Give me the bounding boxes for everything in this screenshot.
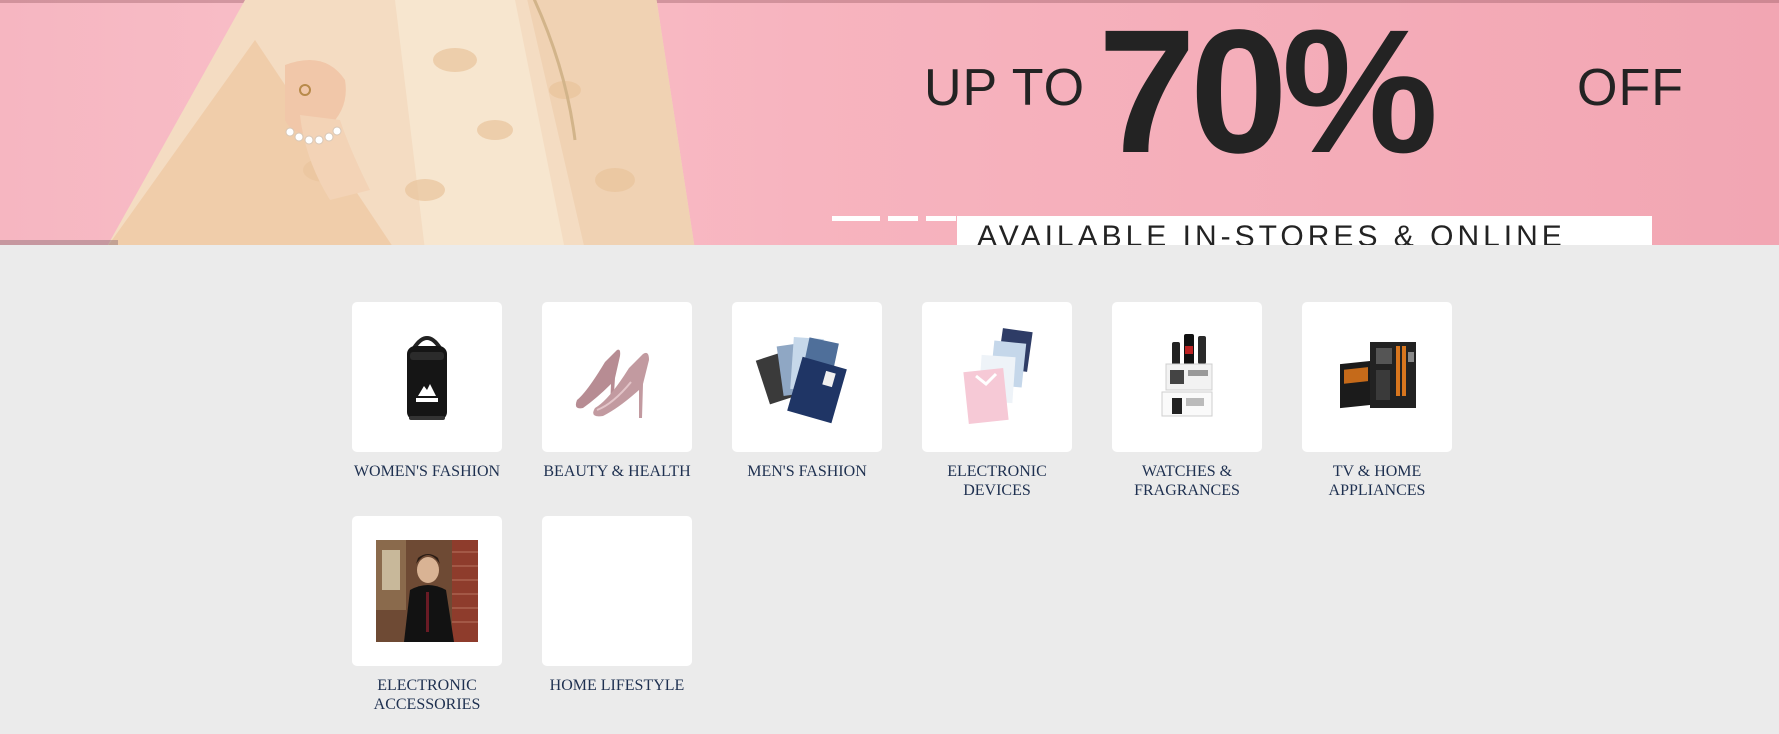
model-dress-image (107, 0, 695, 245)
model-photo-icon (376, 540, 478, 642)
fragrance-giftset-icon (1161, 334, 1213, 417)
category-tile[interactable] (1112, 302, 1262, 452)
category-beauty-health[interactable]: BEAUTY & HEALTH (542, 302, 692, 500)
hero-availability-text: AVAILABLE IN-STORES & ONLINE (977, 220, 1566, 245)
category-label: WATCHES & FRAGRANCES (1134, 463, 1240, 499)
backpack-icon (407, 336, 447, 420)
hero-discount-text: 70% (1098, 0, 1438, 190)
hero-prefix-text: UP TO (924, 59, 1086, 117)
category-tile[interactable] (732, 302, 882, 452)
category-tile[interactable] (352, 516, 502, 666)
motherboard-icon (1340, 342, 1416, 409)
category-electronic-accessories[interactable]: ELECTRONIC ACCESSORIES (352, 516, 502, 714)
category-label: MEN'S FASHION (747, 463, 867, 480)
category-tile[interactable] (922, 302, 1072, 452)
category-tile[interactable] (542, 302, 692, 452)
category-label: HOME LIFESTYLE (549, 677, 685, 694)
category-label: BEAUTY & HEALTH (543, 463, 691, 480)
category-label: ELECTRONIC ACCESSORIES (373, 677, 481, 713)
category-tile[interactable] (1302, 302, 1452, 452)
category-label: TV & HOME APPLIANCES (1328, 463, 1426, 499)
category-tile[interactable] (352, 302, 502, 452)
category-label: WOMEN'S FASHION (353, 463, 501, 480)
category-womens-fashion[interactable]: WOMEN'S FASHION (352, 302, 502, 500)
category-watches-fragrances[interactable]: WATCHES & FRAGRANCES (1112, 302, 1262, 500)
category-home-lifestyle[interactable]: HOME LIFESTYLE (542, 516, 692, 714)
hero-suffix-text: OFF (1577, 59, 1684, 117)
high-heels-icon (575, 349, 649, 418)
shirt-stack-icon (963, 328, 1033, 424)
category-electronic-devices[interactable]: ELECTRONIC DEVICES (922, 302, 1072, 500)
hero-banner[interactable]: UP TO 70% OFF AVAILABLE IN-STORES & ONLI… (0, 0, 1779, 245)
category-tv-home-appliances[interactable]: TV & HOME APPLIANCES (1302, 302, 1452, 500)
category-grid: WOMEN'S FASHION BEAUTY & HEALTH MEN'S FA… (352, 302, 1452, 714)
category-label: ELECTRONIC DEVICES (947, 463, 1047, 499)
folded-shirts-icon (755, 337, 847, 424)
category-tile[interactable] (542, 516, 692, 666)
hero-availability-strip: AVAILABLE IN-STORES & ONLINE (957, 216, 1652, 245)
hero-slider-indicator[interactable] (0, 240, 118, 245)
category-mens-fashion[interactable]: MEN'S FASHION (732, 302, 882, 500)
